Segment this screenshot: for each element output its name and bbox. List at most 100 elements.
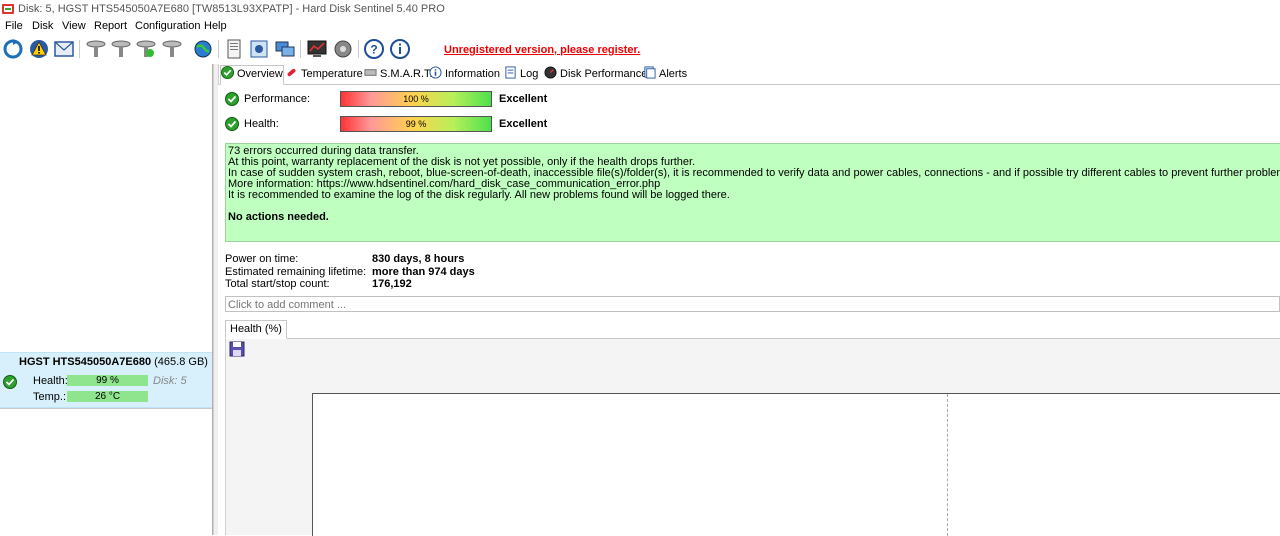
toolbar-separator <box>218 40 219 58</box>
check-icon <box>225 92 239 106</box>
surface-test-button[interactable] <box>110 38 132 60</box>
health-row: Health: 99 % Excellent <box>218 116 618 134</box>
check-icon <box>221 66 234 79</box>
tab-temperature[interactable]: Temperature <box>285 66 363 83</box>
disk-model: HGST HTS545050A7E680 <box>19 356 152 368</box>
status-message-box: 73 errors occurred during data transfer.… <box>225 143 1280 242</box>
disk-name: HGST HTS545050A7E680 (465.8 GB) <box>19 356 208 368</box>
performance-bar: 100 % <box>340 91 492 107</box>
about-button[interactable] <box>389 38 411 60</box>
tab-health-chart[interactable]: Health (%) <box>225 320 287 339</box>
send-report-button[interactable] <box>248 38 270 60</box>
tab-alerts[interactable]: Alerts <box>643 66 687 83</box>
disk-icon <box>364 69 377 76</box>
thermometer-icon <box>287 68 296 77</box>
menu-configuration[interactable]: Configuration <box>135 20 200 32</box>
tab-smart[interactable]: S.M.A.R.T. <box>364 66 433 83</box>
surface-test-icon <box>111 40 131 57</box>
disk-test-icon <box>86 40 106 57</box>
tab-information[interactable]: Information <box>429 66 500 83</box>
computers-button[interactable] <box>274 38 296 60</box>
disk-capacity: (465.8 GB) <box>154 356 208 368</box>
toolbar-separator <box>358 40 359 58</box>
disk-list-item[interactable]: HGST HTS545050A7E680 (465.8 GB) Health: … <box>0 352 212 408</box>
health-label: Health: <box>244 118 279 130</box>
stat-key: Estimated remaining lifetime: <box>225 266 367 278</box>
chart-gridline <box>947 394 948 536</box>
mail-button[interactable] <box>53 38 75 60</box>
app-icon <box>2 4 14 14</box>
speedometer-icon <box>544 66 557 79</box>
alert-button[interactable] <box>28 38 50 60</box>
menu-help[interactable]: Help <box>204 20 227 32</box>
help-button[interactable]: ? <box>363 38 385 60</box>
monitor-button[interactable] <box>306 38 328 60</box>
stat-key: Power on time: <box>225 253 299 265</box>
comment-input[interactable] <box>228 298 1279 312</box>
disk-tools-icon <box>162 40 182 57</box>
action-message: No actions needed. <box>228 211 329 223</box>
stat-value: more than 974 days <box>372 266 475 278</box>
menu-file[interactable]: File <box>5 20 23 32</box>
tab-bar: Overview Temperature S.M.A.R.T. Informat… <box>218 65 1280 85</box>
performance-row: Performance: 100 % Excellent <box>218 91 618 109</box>
menu-view[interactable]: View <box>62 20 86 32</box>
tab-log[interactable]: Log <box>504 66 538 83</box>
report-button[interactable] <box>223 38 245 60</box>
performance-rating: Excellent <box>499 93 548 105</box>
title-bar: Disk: 5, HGST HTS545050A7E680 [TW8513L93… <box>0 0 1280 19</box>
toolbar: ? Unregistered version, please register. <box>0 36 1280 63</box>
monitor-icon <box>307 40 327 57</box>
tab-label: Alerts <box>659 68 688 80</box>
disk-tools-button[interactable] <box>161 38 183 60</box>
menu-bar: File Disk View Report Configuration Help <box>0 19 1280 35</box>
refresh-icon <box>3 39 23 59</box>
web-button[interactable] <box>192 38 214 60</box>
gear-icon <box>334 40 352 58</box>
performance-label: Performance: <box>244 93 311 105</box>
divider <box>0 408 212 409</box>
tab-label: S.M.A.R.T. <box>380 68 433 80</box>
toolbar-separator <box>79 40 80 58</box>
email-icon <box>54 41 74 57</box>
tab-overview[interactable]: Overview <box>220 65 284 85</box>
health-chart-panel <box>225 339 1280 536</box>
check-icon <box>225 117 239 131</box>
message-line: It is recommended to examine the log of … <box>228 189 730 201</box>
health-bar: 99 % <box>67 375 148 386</box>
register-link[interactable]: Unregistered version, please register. <box>444 44 640 56</box>
tab-label: Information <box>445 68 501 80</box>
save-icon[interactable] <box>229 341 245 357</box>
log-icon <box>505 66 516 79</box>
toolbar-separator <box>300 40 301 58</box>
chart-plot-area <box>312 393 1280 536</box>
tab-label: Overview <box>237 68 283 80</box>
stat-value: 176,192 <box>372 278 412 290</box>
tab-label: Temperature <box>301 68 363 80</box>
tab-label: Disk Performance <box>560 68 648 80</box>
stat-value: 830 days, 8 hours <box>372 253 465 265</box>
overview-panel: Performance: 100 % Excellent Health: 99 … <box>218 85 1280 536</box>
info-icon <box>390 39 410 59</box>
disk-test-button[interactable] <box>85 38 107 60</box>
tab-label: Log <box>520 68 539 80</box>
comment-box <box>225 296 1280 312</box>
temp-bar: 26 °C <box>67 391 148 402</box>
chart-tab-bar: Health (%) <box>225 320 1280 339</box>
alerts-icon <box>644 66 656 79</box>
network-icon <box>250 40 268 58</box>
help-icon: ? <box>364 39 384 59</box>
computers-icon <box>275 41 295 57</box>
settings-button[interactable] <box>332 38 354 60</box>
disk-number: Disk: 5 <box>153 375 187 387</box>
refresh-button[interactable] <box>2 38 24 60</box>
menu-disk[interactable]: Disk <box>32 20 53 32</box>
check-icon <box>3 375 17 389</box>
stat-key: Total start/stop count: <box>225 278 330 290</box>
menu-report[interactable]: Report <box>94 20 127 32</box>
health-rating: Excellent <box>499 118 548 130</box>
temp-label: Temp.: <box>33 391 67 403</box>
window-title: Disk: 5, HGST HTS545050A7E680 [TW8513L93… <box>18 3 445 15</box>
smart-test-button[interactable] <box>135 38 157 60</box>
tab-disk-performance[interactable]: Disk Performance <box>544 66 647 83</box>
